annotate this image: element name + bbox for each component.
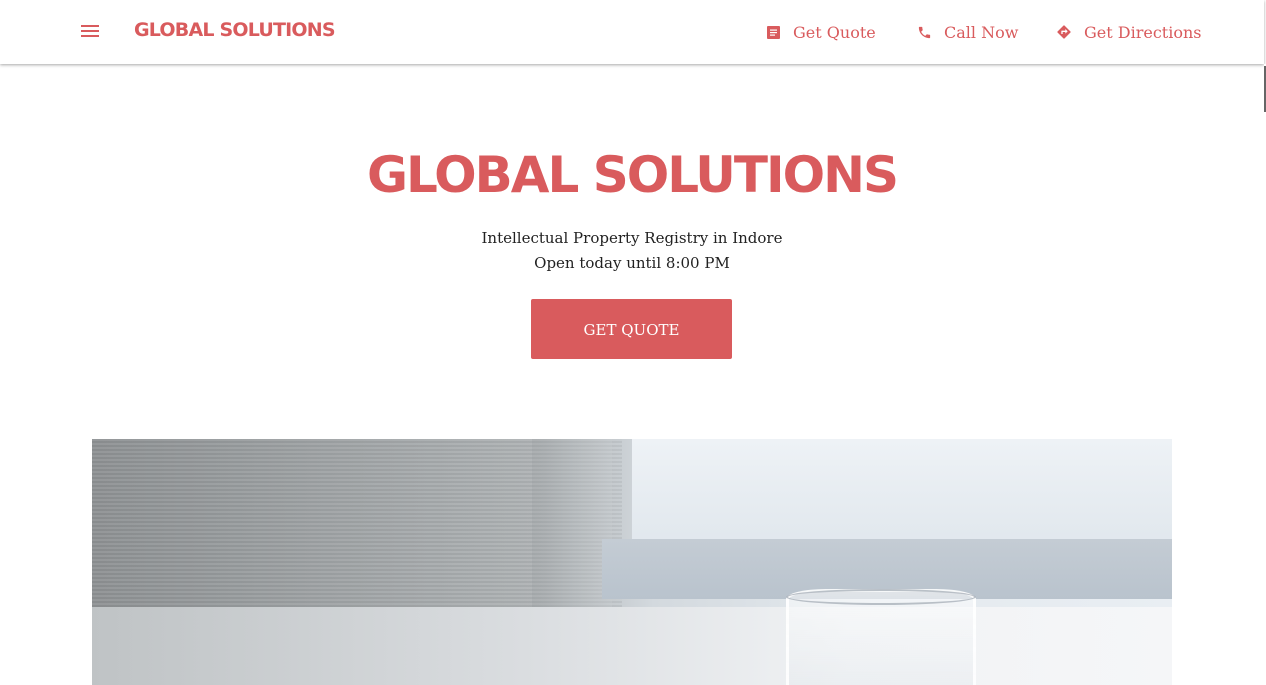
hero-title: GLOBAL SOLUTIONS (367, 146, 899, 204)
phone-icon (918, 26, 931, 38)
nav-get-quote-label: Get Quote (793, 22, 876, 42)
nav-get-directions-label: Get Directions (1084, 22, 1202, 42)
nav-call-now[interactable]: Call Now (917, 20, 1018, 44)
nav-call-now-label: Call Now (944, 22, 1019, 42)
directions-icon (1057, 25, 1071, 39)
nav-get-directions[interactable]: Get Directions (1056, 20, 1201, 44)
document-icon (767, 25, 780, 39)
menu-icon[interactable] (80, 22, 100, 42)
brand-logo-text[interactable]: GLOBAL SOLUTIONS (134, 19, 336, 41)
table-top-shape (92, 607, 1172, 685)
hero-photo (92, 439, 1172, 685)
business-category: Intellectual Property Registry in Indore (481, 229, 783, 247)
get-quote-button[interactable]: GET QUOTE (531, 299, 732, 359)
water-glass-rim (786, 589, 976, 605)
nav-get-quote[interactable]: Get Quote (766, 20, 876, 44)
top-header: GLOBAL SOLUTIONS Get Quote Call Now Get … (0, 0, 1264, 64)
opening-hours: Open today until 8:00 PM (534, 254, 730, 272)
